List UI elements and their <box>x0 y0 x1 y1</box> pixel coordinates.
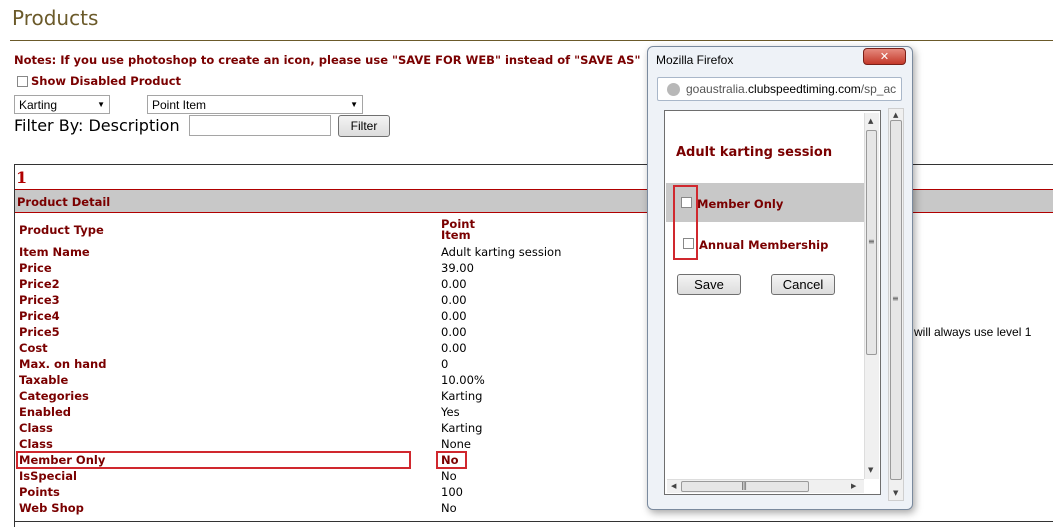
detail-row-label: Web Shop <box>19 501 84 515</box>
filter-button[interactable]: Filter <box>338 115 390 137</box>
detail-row-value: 0.00 <box>441 325 467 339</box>
popup-url-bar[interactable]: goaustralia.clubspeedtiming.com/sp_ac <box>657 77 902 101</box>
detail-row-value: 0.00 <box>441 309 467 323</box>
detail-row-label: Max. on hand <box>19 357 107 371</box>
detail-row-value: Karting <box>441 389 483 403</box>
detail-row-label: Cost <box>19 341 48 355</box>
detail-row-label: Taxable <box>19 373 69 387</box>
detail-row-label: Price4 <box>19 309 60 323</box>
detail-row-label: Class <box>19 421 53 435</box>
scroll-up-arrow-icon[interactable]: ▲ <box>868 117 873 125</box>
detail-row-value: 0 <box>441 357 449 371</box>
scroll-grip-icon: ≡ <box>868 237 875 246</box>
detail-row-value: 39.00 <box>441 261 474 275</box>
detail-row-label: Categories <box>19 389 89 403</box>
member-only-label-highlight <box>16 451 411 469</box>
description-filter-input[interactable] <box>189 115 331 136</box>
product-detail-header: Product Detail <box>17 195 111 209</box>
title-divider <box>10 40 1053 41</box>
popup-window-title: Mozilla Firefox <box>656 53 734 67</box>
page-title: Products <box>12 6 99 30</box>
detail-row-label: Price <box>19 261 52 275</box>
chevron-down-icon: ▼ <box>97 100 105 109</box>
detail-row-value: 100 <box>441 485 463 499</box>
member-only-value-highlight <box>436 451 467 469</box>
detail-row-value: 0.00 <box>441 293 467 307</box>
scroll-right-arrow-icon[interactable]: ▶ <box>851 482 856 490</box>
detail-row-label: Enabled <box>19 405 72 419</box>
detail-row-value: Adult karting session <box>441 245 562 259</box>
save-button[interactable]: Save <box>677 274 741 295</box>
annual-membership-option-label: Annual Membership <box>699 238 829 252</box>
record-number: 1 <box>16 168 28 187</box>
detail-row-value: 0.00 <box>441 277 467 291</box>
detail-row-value: Yes <box>441 405 460 419</box>
scroll-grip-icon: ≡ <box>892 294 899 303</box>
detail-row-label: Product Type <box>19 223 104 237</box>
cancel-button[interactable]: Cancel <box>771 274 835 295</box>
detail-row-label: Price5 <box>19 325 60 339</box>
close-icon[interactable]: ✕ <box>863 48 906 65</box>
url-prefix: goaustralia. <box>686 82 749 96</box>
table-bottom-divider <box>15 521 1053 522</box>
detail-row-label: Points <box>19 485 60 499</box>
detail-row-label: Class <box>19 437 53 451</box>
scroll-left-arrow-icon[interactable]: ◀ <box>671 482 676 490</box>
detail-row-label: Price3 <box>19 293 60 307</box>
product-type-select[interactable]: Point Item ▼ <box>147 95 363 114</box>
detail-row-value: 0.00 <box>441 341 467 355</box>
popup-content-frame <box>664 110 881 495</box>
show-disabled-option: Show Disabled Product <box>17 74 181 88</box>
scroll-grip-icon: ||| <box>741 481 747 490</box>
scroll-down-arrow-icon[interactable]: ▼ <box>893 489 898 497</box>
url-host: clubspeedtiming.com <box>748 82 861 96</box>
partially-hidden-note: will always use level 1 <box>914 325 1032 339</box>
popup-heading: Adult karting session <box>676 145 833 160</box>
filter-by-label: Filter By: Description <box>14 116 180 135</box>
chevron-down-icon: ▼ <box>350 100 358 109</box>
detail-row-value: None <box>441 437 472 451</box>
detail-row-value: 10.00% <box>441 373 485 387</box>
scroll-up-arrow-icon[interactable]: ▲ <box>893 111 898 119</box>
checkbox-highlight <box>673 185 698 260</box>
popup-url: goaustralia.clubspeedtiming.com/sp_ac <box>686 82 896 96</box>
detail-row-label: Price2 <box>19 277 60 291</box>
category-select-value: Karting <box>19 97 58 112</box>
detail-row-value: Point Item <box>441 217 475 242</box>
show-disabled-checkbox[interactable] <box>17 75 28 87</box>
globe-icon <box>667 82 680 96</box>
show-disabled-label: Show Disabled Product <box>31 74 182 88</box>
category-select[interactable]: Karting ▼ <box>14 95 110 114</box>
detail-row-value: Karting <box>441 421 483 435</box>
detail-row-value: No <box>441 469 457 483</box>
detail-row-label: Item Name <box>19 245 90 259</box>
detail-row-label: IsSpecial <box>19 469 77 483</box>
scroll-down-arrow-icon[interactable]: ▼ <box>868 466 873 474</box>
url-path: /sp_ac <box>860 82 897 96</box>
notes-text: Notes: If you use photoshop to create an… <box>14 53 641 67</box>
member-only-option-label: Member Only <box>697 197 784 211</box>
detail-row-value: No <box>441 501 457 515</box>
product-type-select-value: Point Item <box>152 97 207 112</box>
